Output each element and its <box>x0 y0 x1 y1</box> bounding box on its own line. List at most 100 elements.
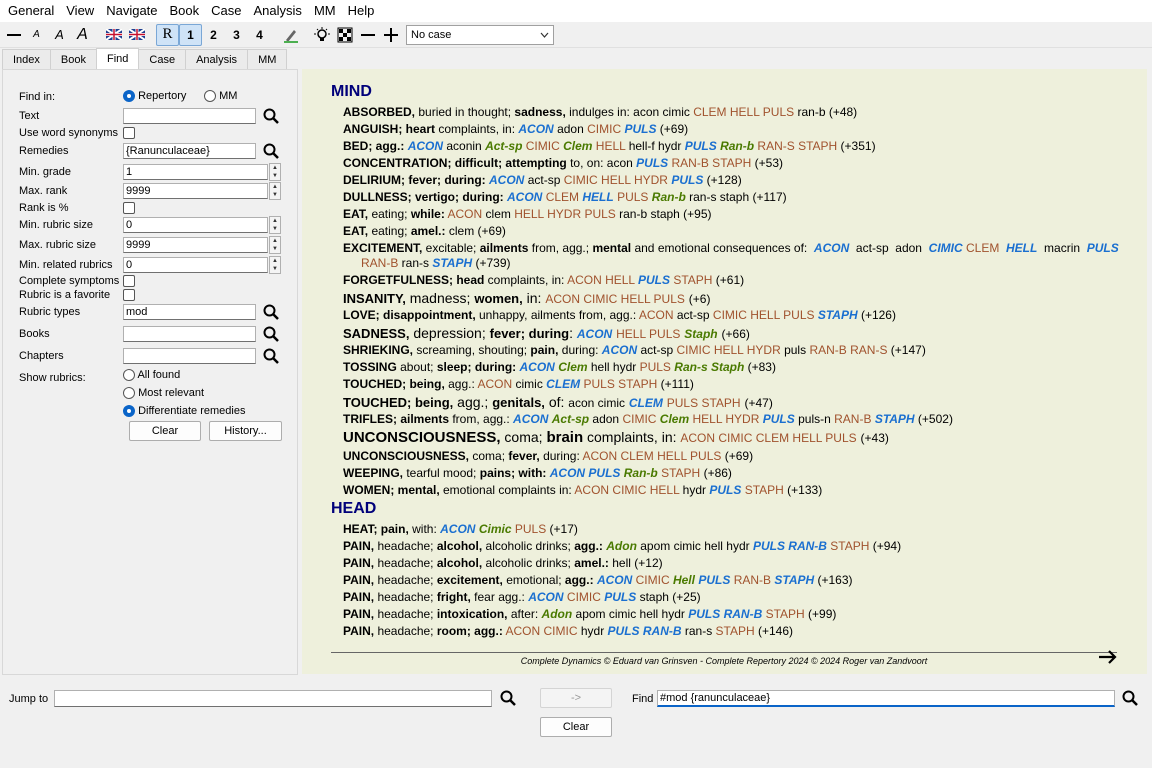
rubric-line[interactable]: CONCENTRATION; difficult; attempting to,… <box>343 156 783 170</box>
synonyms-checkbox[interactable] <box>123 127 135 139</box>
expand-icon[interactable] <box>379 24 402 46</box>
rubric-line[interactable]: UNCONSCIOUSNESS, coma; brain complaints,… <box>343 429 889 446</box>
rubric-line[interactable]: PAIN, headache; alcohol, alcoholic drink… <box>343 539 901 553</box>
max-rubric-input[interactable]: 9999 <box>123 237 268 253</box>
search-icon[interactable] <box>261 106 281 126</box>
radio-most-relevant[interactable] <box>123 387 135 400</box>
min-grade-input[interactable]: 1 <box>123 164 268 180</box>
grade-2-button[interactable]: 2 <box>202 24 225 46</box>
rubric-line[interactable]: PAIN, headache; room; agg.: ACON CIMIC h… <box>343 624 793 638</box>
rubric-line[interactable]: DULLNESS; vertigo; during: ACON CLEM HEL… <box>343 190 787 204</box>
font-larger-icon[interactable]: A <box>71 24 94 46</box>
menu-view[interactable]: View <box>60 0 100 22</box>
max-rank-input[interactable]: 9999 <box>123 183 268 199</box>
max-rubric-spinner[interactable]: ▲ ▼ <box>269 236 281 254</box>
books-input[interactable] <box>123 326 256 342</box>
rubric-line[interactable]: EAT, eating; while: ACON clem HELL HYDR … <box>343 207 712 221</box>
rubric-line[interactable]: ANGUISH; heart complaints, in: ACON adon… <box>343 122 688 136</box>
rubric-types-search-icon[interactable] <box>261 302 281 322</box>
jump-search-icon[interactable] <box>498 688 518 708</box>
grade-3-button[interactable]: 3 <box>225 24 248 46</box>
menu-book[interactable]: Book <box>164 0 206 22</box>
font-normal-icon[interactable]: A <box>48 24 71 46</box>
rank-pct-checkbox[interactable] <box>123 202 135 214</box>
min-rubric-input[interactable]: 0 <box>123 217 268 233</box>
find-input[interactable]: #mod {ranunculaceae} <box>657 690 1115 707</box>
radio-all-found[interactable] <box>123 369 135 382</box>
menu-navigate[interactable]: Navigate <box>100 0 163 22</box>
tab-index[interactable]: Index <box>2 49 51 69</box>
tab-mm[interactable]: MM <box>247 49 288 69</box>
history-button[interactable]: History... <box>209 421 282 441</box>
lightbulb-icon[interactable] <box>310 24 333 46</box>
rubric-line[interactable]: TOUCHED; being, agg.: ACON cimic CLEM PU… <box>343 377 694 391</box>
rubric-line[interactable]: EAT, eating; amel.: clem (+69) <box>343 224 506 238</box>
tab-case[interactable]: Case <box>138 49 187 69</box>
rubric-line[interactable]: TOUCHED; being, agg.; genitals, of: acon… <box>343 394 773 410</box>
max-rank-spinner[interactable]: ▲ ▼ <box>269 182 281 200</box>
rubric-line[interactable]: HEAT; pain, with: ACON Cimic PULS (+17) <box>343 522 578 536</box>
rubric-line[interactable]: PAIN, headache; fright, fear agg.: ACON … <box>343 590 701 604</box>
books-search-icon[interactable] <box>261 324 281 344</box>
min-rubric-spinner[interactable]: ▲ ▼ <box>269 216 281 234</box>
rubric-line[interactable]: PAIN, headache; excitement, emotional; a… <box>343 573 853 587</box>
min-grade-spinner[interactable]: ▲ ▼ <box>269 163 281 181</box>
rubric-line[interactable]: DELIRIUM; fever; during: ACON act-sp CIM… <box>343 173 742 187</box>
highlighter-icon[interactable] <box>279 24 302 46</box>
font-smaller-icon[interactable]: A <box>25 24 48 46</box>
rubric-line[interactable]: SADNESS, depression; fever; during: ACON… <box>343 325 750 341</box>
text-input[interactable] <box>123 108 256 124</box>
favorite-checkbox[interactable] <box>123 289 135 301</box>
show-all-option[interactable]: All found <box>123 369 180 382</box>
menu-case[interactable]: Case <box>205 0 247 22</box>
minus-icon[interactable] <box>2 24 25 46</box>
chapters-search-icon[interactable] <box>261 346 281 366</box>
rubric-line[interactable]: FORGETFULNESS; head complaints, in: ACON… <box>343 273 744 287</box>
rubric-line[interactable]: WOMEN; mental, emotional complaints in: … <box>343 483 822 497</box>
rubric-line[interactable]: ABSORBED, buried in thought; sadness, in… <box>343 105 857 119</box>
grade-r-button[interactable]: R <box>156 23 179 46</box>
rubric-line[interactable]: PAIN, headache; intoxication, after: Ado… <box>343 607 836 621</box>
rubric-line[interactable]: EXCITEMENT, excitable; ailments from, ag… <box>343 241 1119 255</box>
grid-icon[interactable] <box>333 24 356 46</box>
tab-analysis[interactable]: Analysis <box>185 49 249 69</box>
grade-4-button[interactable]: 4 <box>248 24 271 46</box>
show-relevant-option[interactable]: Most relevant <box>123 387 204 400</box>
rubric-line[interactable]: WEEPING, tearful mood; pains; with: ACON… <box>343 466 732 480</box>
rubric-line[interactable]: TOSSING about; sleep; during: ACON Clem … <box>343 360 776 374</box>
rubric-line[interactable]: TRIFLES; ailments from, agg.: ACON Act-s… <box>343 412 953 426</box>
menu-help[interactable]: Help <box>342 0 381 22</box>
tab-find[interactable]: Find <box>96 48 140 69</box>
menu-mm[interactable]: MM <box>308 0 342 22</box>
opt-repertory[interactable]: Repertory <box>123 90 186 103</box>
rubric-types-input[interactable]: mod <box>123 304 256 320</box>
go-button[interactable]: -> <box>540 688 612 708</box>
case-select[interactable]: No case <box>406 24 554 45</box>
radio-differentiate[interactable] <box>123 405 135 418</box>
uk-flag-icon-2[interactable] <box>125 24 148 46</box>
bottom-clear-button[interactable]: Clear <box>540 717 612 737</box>
collapse-icon[interactable] <box>356 24 379 46</box>
rubric-line[interactable]: UNCONSCIOUSNESS, coma; fever, during: AC… <box>343 449 753 463</box>
tab-book[interactable]: Book <box>49 49 97 69</box>
radio-repertory[interactable] <box>123 90 135 103</box>
remedies-input[interactable]: {Ranunculaceae} <box>123 143 256 159</box>
rubric-line[interactable]: SHRIEKING, screaming, shouting; pain, du… <box>343 343 926 357</box>
find-search-icon[interactable] <box>1120 688 1140 708</box>
complete-checkbox[interactable] <box>123 275 135 287</box>
grade-1-button[interactable]: 1 <box>179 23 202 46</box>
menu-analysis[interactable]: Analysis <box>248 0 308 22</box>
menu-general[interactable]: General <box>2 0 60 22</box>
clear-button[interactable]: Clear <box>129 421 201 441</box>
radio-mm[interactable] <box>204 90 216 103</box>
jump-to-input[interactable] <box>54 690 492 707</box>
rubric-line[interactable]: BED; agg.: ACON aconin Act-sp CIMIC Clem… <box>343 139 876 153</box>
opt-mm[interactable]: MM <box>204 90 237 103</box>
rubric-line[interactable]: PAIN, headache; alcohol, alcoholic drink… <box>343 556 663 570</box>
rubric-line[interactable]: INSANITY, madness; women, in: ACON CIMIC… <box>343 290 710 306</box>
min-related-spinner[interactable]: ▲ ▼ <box>269 256 281 274</box>
rubric-line[interactable]: LOVE; disappointment, unhappy, ailments … <box>343 308 896 322</box>
rubric-line-cont[interactable]: RAN-B ran-s STAPH (+739) <box>361 256 511 270</box>
chapters-input[interactable] <box>123 348 256 364</box>
uk-flag-icon[interactable] <box>102 24 125 46</box>
